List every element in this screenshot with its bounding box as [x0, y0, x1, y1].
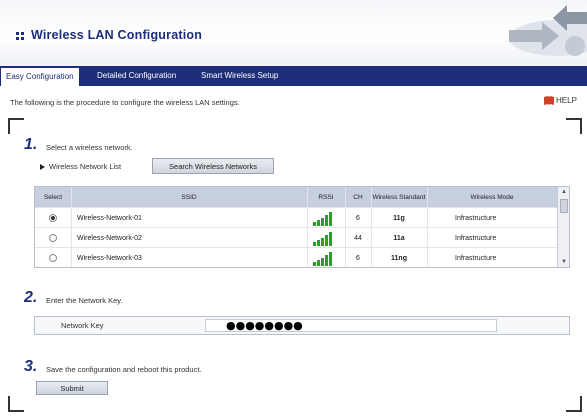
- ssid-cell: Wireless-Network-03: [77, 254, 142, 262]
- table-header: Select SSID RSSI CH Wireless Standard Wi…: [35, 187, 557, 207]
- standard-cell: 11g: [393, 214, 405, 222]
- step-3-text: Save the configuration and reboot this p…: [46, 365, 202, 374]
- scroll-thumb[interactable]: [560, 199, 568, 213]
- standard-cell: 11ng: [391, 254, 407, 262]
- column-header: Wireless Mode: [470, 193, 514, 201]
- table-row[interactable]: Wireless-Network-01 6 11g Infrastructure: [35, 207, 557, 227]
- intro-text: The following is the procedure to config…: [10, 98, 240, 107]
- network-table: Select SSID RSSI CH Wireless Standard Wi…: [34, 186, 570, 268]
- submit-button[interactable]: Submit: [36, 381, 108, 395]
- standard-cell: 11a: [393, 234, 405, 242]
- network-key-input[interactable]: ●●●●●●●●: [205, 319, 497, 332]
- table-row[interactable]: Wireless-Network-02 44 11a Infrastructur…: [35, 227, 557, 247]
- step-3-number: 3.: [24, 358, 38, 375]
- ssid-cell: Wireless-Network-02: [77, 234, 142, 242]
- mode-cell: Infrastructure: [455, 254, 497, 262]
- column-header: SSID: [181, 193, 197, 201]
- channel-cell: 44: [354, 234, 362, 242]
- scroll-down-icon[interactable]: ▼: [558, 257, 569, 267]
- mode-cell: Infrastructure: [455, 234, 497, 242]
- tab-bar: Easy Configuration Detailed Configuratio…: [0, 66, 587, 86]
- signal-strength-icon: [313, 228, 332, 248]
- network-list-label: Wireless Network List: [49, 162, 122, 171]
- column-header: RSSI: [318, 193, 334, 201]
- channel-cell: 6: [356, 214, 360, 222]
- help-label: HELP: [556, 96, 577, 105]
- table-row[interactable]: Wireless-Network-03 6 11ng Infrastructur…: [35, 247, 557, 267]
- step-1-text: Select a wireless network.: [46, 143, 133, 152]
- triangle-right-icon: [40, 163, 45, 170]
- network-radio-selected[interactable]: [49, 214, 57, 222]
- scroll-up-icon[interactable]: ▲: [558, 187, 569, 197]
- step-2-number: 2.: [24, 289, 38, 306]
- column-header: Select: [43, 193, 63, 201]
- step-2-text: Enter the Network Key.: [46, 296, 123, 305]
- tab-easy-configuration[interactable]: Easy Configuration: [0, 67, 80, 86]
- tab-smart-wireless-setup[interactable]: Smart Wireless Setup: [196, 66, 283, 86]
- step-1-number: 1.: [24, 136, 38, 153]
- help-book-icon: [544, 96, 554, 105]
- table-scrollbar[interactable]: ▲ ▼: [557, 187, 569, 267]
- page-title: Wireless LAN Configuration: [31, 28, 203, 42]
- network-key-label: Network Key: [61, 321, 104, 330]
- arrows-graphic-icon: [509, 5, 587, 56]
- signal-strength-icon: [313, 248, 332, 267]
- column-header: Wireless Standard: [372, 193, 426, 201]
- wireless-network-list-label: Wireless Network List: [40, 162, 121, 171]
- network-key-row: Network Key ●●●●●●●●: [34, 316, 570, 335]
- network-radio[interactable]: [49, 234, 57, 242]
- search-networks-button[interactable]: Search Wireless Networks: [152, 158, 274, 174]
- tab-detailed-configuration[interactable]: Detailed Configuration: [92, 66, 181, 86]
- network-radio[interactable]: [49, 254, 57, 262]
- help-link[interactable]: HELP: [544, 96, 577, 105]
- page-header: Wireless LAN Configuration: [0, 0, 587, 66]
- ssid-cell: Wireless-Network-01: [77, 214, 142, 222]
- menu-grid-icon: [16, 32, 24, 40]
- mode-cell: Infrastructure: [455, 214, 497, 222]
- column-header: CH: [353, 193, 363, 201]
- signal-strength-icon: [313, 208, 332, 228]
- channel-cell: 6: [356, 254, 360, 262]
